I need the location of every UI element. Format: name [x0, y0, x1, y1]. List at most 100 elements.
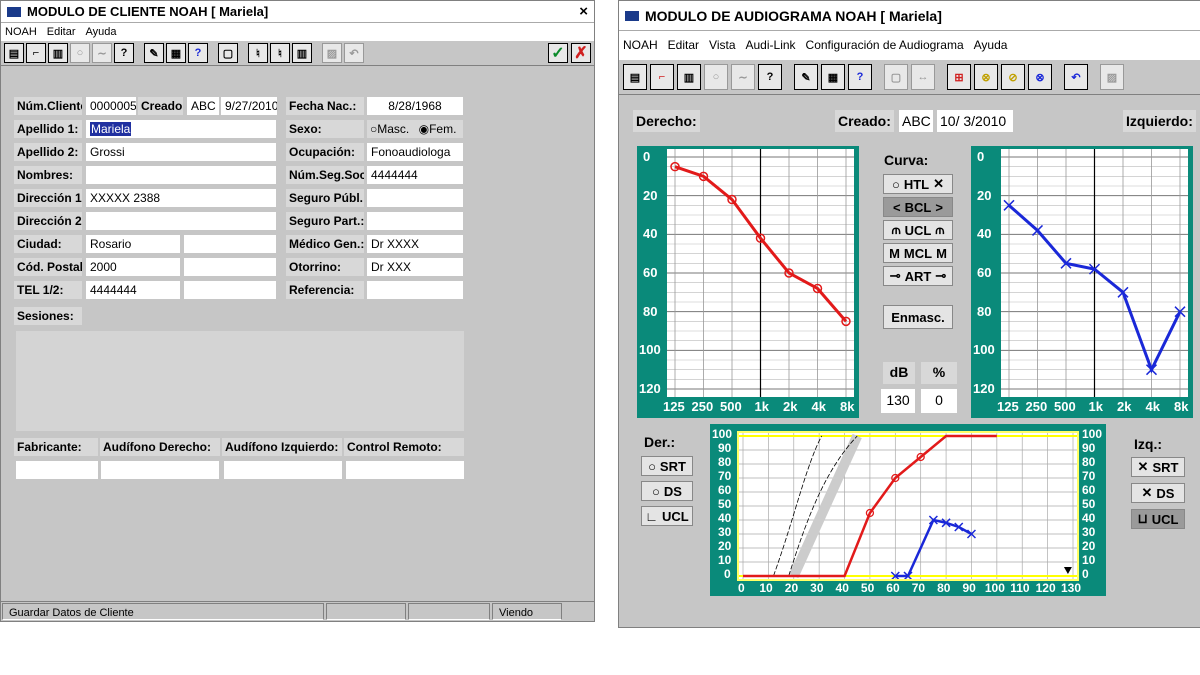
fitting-icon[interactable]: ▥ — [292, 43, 312, 63]
help-icon[interactable]: ? — [188, 43, 208, 63]
field-seguro-part[interactable] — [367, 212, 463, 230]
field-nombres[interactable] — [86, 166, 276, 184]
equipment-icon[interactable]: ▥ — [677, 64, 701, 90]
der-srt-button[interactable]: ○ SRT — [641, 456, 693, 476]
fitting-icon[interactable]: ♮ — [248, 43, 268, 63]
field-seguro-publ[interactable] — [367, 189, 463, 207]
disabled-tool-icon[interactable]: ○ — [704, 64, 728, 90]
der-ds-button[interactable]: ○ DS — [641, 481, 693, 501]
curve-tool-icon[interactable]: ⊞ — [947, 64, 971, 90]
label-tel: TEL 1/2: — [14, 281, 82, 299]
disabled-tool-icon[interactable]: ↔ — [911, 64, 935, 90]
field-num-seg-soc[interactable]: 4444444 — [367, 166, 463, 184]
menu-ayuda[interactable]: Ayuda — [974, 38, 1008, 52]
radio-fem[interactable]: ◉Fem. — [419, 122, 457, 136]
new-icon[interactable]: ▢ — [218, 43, 238, 63]
field-cod-postal[interactable]: 2000 — [86, 258, 180, 276]
menu-ayuda[interactable]: Ayuda — [86, 26, 117, 38]
right-audiogram-chart[interactable]: 0 20 40 60 80 100 120 125 250 500 1k 2k 4k 8k — [637, 146, 859, 418]
field-creado-by[interactable]: ABC — [899, 110, 933, 132]
izq-ds-button[interactable]: ✕ DS — [1131, 483, 1185, 503]
izq-srt-button[interactable]: ✕ SRT — [1131, 457, 1185, 477]
disabled-tool-icon[interactable]: ▨ — [1100, 64, 1124, 90]
field-fecha-nac[interactable]: 8/28/1968 — [367, 97, 463, 115]
curve-htl-button[interactable]: ○ HTL ✕ — [883, 174, 953, 194]
label-cod-postal: Cód. Postal: — [14, 258, 82, 276]
audiogram-icon[interactable]: ⌐ — [26, 43, 46, 63]
field-direccion-2[interactable] — [86, 212, 276, 230]
left-audiogram-chart[interactable]: 0 20 40 60 80 100 120 125 250 500 1k 2k 4k 8k — [971, 146, 1193, 418]
menu-editar[interactable]: Editar — [668, 38, 699, 52]
client-title: MODULO DE CLIENTE NOAH [ Mariela] — [27, 4, 269, 19]
curve-ucl-button[interactable]: ⫙ UCL ⫙ — [883, 220, 953, 240]
fitting-icon[interactable]: ♮ — [270, 43, 290, 63]
enmascaramiento-button[interactable]: Enmasc. — [883, 305, 953, 329]
menu-noah[interactable]: NOAH — [623, 38, 658, 52]
field-ocupacion[interactable]: Fonoaudiologa — [367, 143, 463, 161]
clipboard-icon[interactable]: ▤ — [623, 64, 647, 90]
curve-tool-icon[interactable]: ⊗ — [974, 64, 998, 90]
field-medico-gen[interactable]: Dr XXXX — [367, 235, 463, 253]
menu-noah[interactable]: NOAH — [5, 26, 37, 38]
y-tick-label: 40 — [643, 226, 658, 242]
clipboard-icon[interactable]: ▤ — [4, 43, 24, 63]
y-tick-label-left: 20 — [718, 539, 732, 553]
x-tick-label: 500 — [720, 399, 742, 414]
sessions-list[interactable] — [16, 331, 464, 431]
field-db[interactable]: 130 — [881, 389, 915, 413]
curve-tool-icon[interactable]: ⊗ — [1028, 64, 1052, 90]
field-cod-postal-2[interactable] — [184, 258, 276, 276]
der-ucl-button[interactable]: ∟ UCL — [641, 506, 693, 526]
izq-ucl-button[interactable]: ⊔ UCL — [1131, 509, 1185, 529]
field-audifono-izquierdo[interactable] — [224, 461, 342, 479]
menu-vista[interactable]: Vista — [709, 38, 735, 52]
field-tel-1[interactable]: 4444444 — [86, 281, 180, 299]
audiogram-icon[interactable]: ⌐ — [650, 64, 674, 90]
edit-icon[interactable]: ✎ — [144, 43, 164, 63]
curve-tool-icon[interactable]: ⊘ — [1001, 64, 1025, 90]
disabled-tool-icon[interactable]: ∼ — [92, 43, 112, 63]
radio-masc[interactable]: ○Masc. — [370, 122, 409, 136]
equipment-icon[interactable]: ▥ — [48, 43, 68, 63]
help-icon[interactable]: ? — [848, 64, 872, 90]
disabled-tool-icon[interactable]: ▨ — [322, 43, 342, 63]
disabled-tool-icon[interactable]: ∼ — [731, 64, 755, 90]
x-icon[interactable]: ✗ — [571, 43, 591, 63]
field-control-remoto[interactable] — [346, 461, 464, 479]
x-tick-label: 40 — [835, 581, 849, 595]
undo-icon[interactable]: ↶ — [1064, 64, 1088, 90]
field-audifono-derecho[interactable] — [101, 461, 219, 479]
menu-editar[interactable]: Editar — [47, 26, 76, 38]
menu-configuracion[interactable]: Configuración de Audiograma — [806, 38, 964, 52]
field-creado-date[interactable]: 10/ 3/2010 — [937, 110, 1013, 132]
curve-mcl-button[interactable]: M MCL M — [883, 243, 953, 263]
edit-icon[interactable]: ✎ — [794, 64, 818, 90]
field-num-cliente[interactable]: 0000005 — [86, 97, 136, 115]
undo-icon[interactable]: ↶ — [344, 43, 364, 63]
help-doc-icon[interactable]: ? — [114, 43, 134, 63]
field-otorrino[interactable]: Dr XXX — [367, 258, 463, 276]
print-icon[interactable]: ▦ — [821, 64, 845, 90]
field-ciudad[interactable]: Rosario — [86, 235, 180, 253]
disabled-tool-icon[interactable]: ○ — [70, 43, 90, 63]
field-apellido-2[interactable]: Grossi — [86, 143, 276, 161]
close-icon[interactable]: × — [579, 3, 588, 20]
field-ciudad-2[interactable] — [184, 235, 276, 253]
disabled-tool-icon[interactable]: ▢ — [884, 64, 908, 90]
print-icon[interactable]: ▦ — [166, 43, 186, 63]
field-referencia[interactable] — [367, 281, 463, 299]
speech-audiogram-chart[interactable]: 0 10 20 30 40 50 60 70 80 90 100 100 90 80 70 60 50 40 30 2… — [710, 424, 1106, 596]
field-fabricante[interactable] — [16, 461, 98, 479]
curve-bcl-button[interactable]: < BCL > — [883, 197, 953, 217]
curve-art-button[interactable]: ⊸ ART ⊸ — [883, 266, 953, 286]
field-apellido-1[interactable]: Mariela — [86, 120, 276, 138]
menu-audi-link[interactable]: Audi-Link — [746, 38, 796, 52]
field-tel-2[interactable] — [184, 281, 276, 299]
field-percent[interactable]: 0 — [921, 389, 957, 413]
audiogram-titlebar: MODULO DE AUDIOGRAMA NOAH [ Mariela] — [619, 1, 1200, 31]
field-creado-date[interactable]: 9/27/2010 — [221, 97, 277, 115]
help-doc-icon[interactable]: ? — [758, 64, 782, 90]
field-creado-by[interactable]: ABC — [187, 97, 219, 115]
check-icon[interactable]: ✓ — [548, 43, 568, 63]
field-direccion-1[interactable]: XXXXX 2388 — [86, 189, 276, 207]
